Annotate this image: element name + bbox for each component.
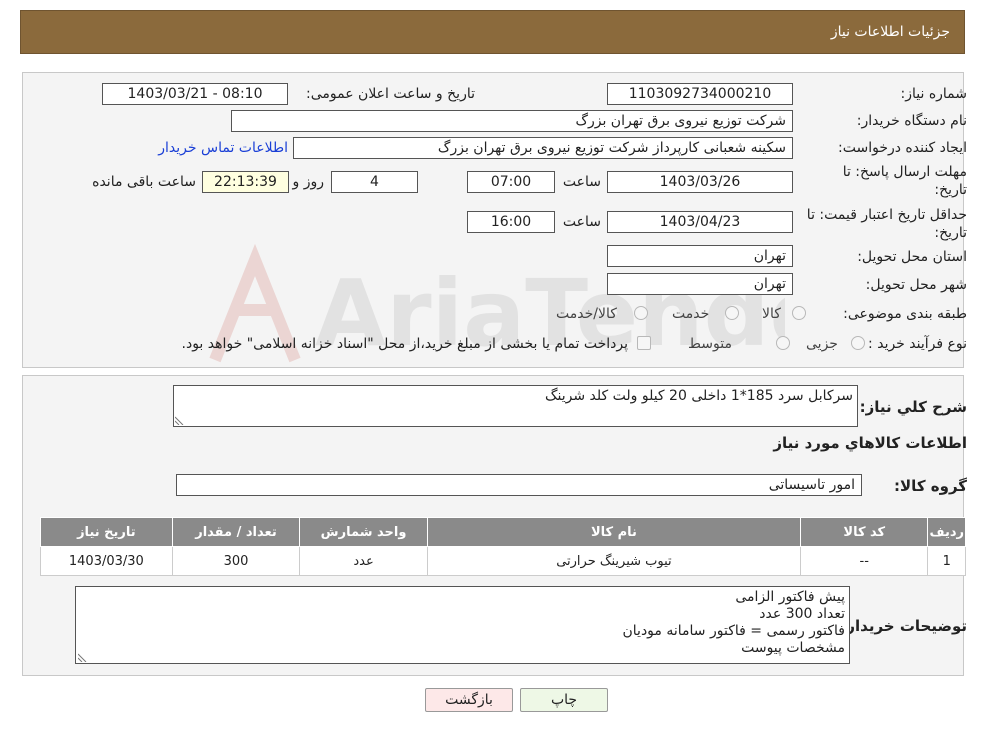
- cell-code: --: [800, 546, 929, 576]
- note-line: تعداد 300 عدد: [759, 606, 845, 622]
- col-header-code: کد کالا: [800, 517, 929, 547]
- category-service-label: خدمت: [672, 306, 710, 322]
- goods-group-field: امور تاسیساتی: [176, 474, 862, 496]
- col-header-row-number: ردیف: [927, 517, 966, 547]
- deadline-time-label: ساعت: [562, 174, 601, 190]
- remaining-label: ساعت باقی مانده: [92, 174, 196, 190]
- deadline-label-date: تاریخ:: [934, 182, 967, 198]
- print-button[interactable]: چاپ: [520, 688, 608, 712]
- creator-label: ایجاد کننده درخواست:: [838, 140, 967, 156]
- validity-label-date: تاریخ:: [934, 225, 967, 241]
- col-header-qty: تعداد / مقدار: [171, 517, 301, 547]
- category-label: طبقه بندی موضوعی:: [843, 306, 967, 322]
- note-line: فاکتور رسمی = فاکتور سامانه مودیان: [622, 623, 846, 639]
- buyer-contact-link[interactable]: اطلاعات تماس خریدار: [158, 140, 288, 156]
- col-header-date: تاریخ نیاز: [40, 517, 173, 547]
- purchase-medium-label: متوسط: [688, 336, 732, 352]
- table-row: 1 -- تیوب شیرینگ حرارتی عدد 300 1403/03/…: [40, 546, 966, 576]
- validity-label: حداقل تاریخ اعتبار قیمت: تا: [806, 207, 967, 223]
- cell-name: تیوب شیرینگ حرارتی: [426, 546, 802, 576]
- announce-field: 1403/03/21 - 08:10: [102, 83, 288, 105]
- goods-table: ردیف کد کالا نام کالا واحد شمارش تعداد /…: [40, 517, 966, 576]
- buyer-notes-label: توضیحات خریدار:: [840, 617, 967, 635]
- resize-grip-icon[interactable]: [175, 415, 185, 425]
- col-header-unit: واحد شمارش: [299, 517, 428, 547]
- purchase-type-label: نوع فرآیند خرید :: [868, 336, 967, 352]
- description-label: شرح کلي نیاز:: [859, 398, 967, 416]
- goods-info-title: اطلاعات کالاهاي مورد نیاز: [773, 434, 967, 452]
- remaining-time-field: 22:13:39: [202, 171, 289, 193]
- note-line: مشخصات پیوست: [741, 640, 845, 656]
- days-label: روز و: [292, 174, 325, 190]
- category-radio-goods-service[interactable]: [634, 306, 648, 320]
- purchase-radio-small[interactable]: [851, 336, 865, 350]
- page-header: جزئیات اطلاعات نیاز: [20, 10, 965, 54]
- buyer-notes-field: پیش فاکتور الزامی تعداد 300 عدد فاکتور ر…: [75, 586, 850, 664]
- description-field: سرکابل سرد 185*1 داخلی 20 کیلو ولت کلد ش…: [173, 385, 858, 427]
- buyer-org-field: شرکت توزیع نیروی برق تهران بزرگ: [231, 110, 793, 132]
- col-header-name: نام کالا: [426, 517, 802, 547]
- need-number-label: شماره نیاز:: [900, 86, 968, 102]
- treasury-note: پرداخت تمام یا بخشی از مبلغ خرید،از محل …: [181, 336, 628, 352]
- note-line: پیش فاکتور الزامی: [735, 589, 845, 605]
- validity-date-field: 1403/04/23: [607, 211, 793, 233]
- deadline-time-field: 07:00: [467, 171, 555, 193]
- cell-date: 1403/03/30: [40, 546, 173, 576]
- province-field: تهران: [607, 245, 793, 267]
- cell-qty: 300: [171, 546, 301, 576]
- purchase-radio-medium[interactable]: [776, 336, 790, 350]
- province-label: استان محل تحویل:: [857, 249, 967, 265]
- goods-table-wrap: ردیف کد کالا نام کالا واحد شمارش تعداد /…: [40, 517, 966, 576]
- city-label: شهر محل تحویل:: [865, 277, 967, 293]
- purchase-small-label: جزیی: [806, 336, 838, 352]
- category-radio-goods[interactable]: [792, 306, 806, 320]
- deadline-label: مهلت ارسال پاسخ: تا: [842, 164, 967, 180]
- need-number-field: 1103092734000210: [607, 83, 793, 105]
- cell-row-number: 1: [927, 546, 966, 576]
- treasury-checkbox[interactable]: [637, 336, 651, 350]
- validity-time-field: 16:00: [467, 211, 555, 233]
- validity-time-label: ساعت: [562, 214, 601, 230]
- description-text: سرکابل سرد 185*1 داخلی 20 کیلو ولت کلد ش…: [544, 388, 853, 404]
- category-goods-service-label: کالا/خدمت: [556, 306, 617, 322]
- days-field: 4: [331, 171, 418, 193]
- cell-unit: عدد: [299, 546, 428, 576]
- resize-grip-icon[interactable]: [78, 652, 88, 662]
- page-title: جزئیات اطلاعات نیاز: [830, 24, 950, 40]
- goods-group-label: گروه کالا:: [894, 477, 967, 495]
- city-field: تهران: [607, 273, 793, 295]
- category-radio-service[interactable]: [725, 306, 739, 320]
- category-goods-label: کالا: [762, 306, 781, 322]
- table-header-row: ردیف کد کالا نام کالا واحد شمارش تعداد /…: [40, 517, 966, 547]
- deadline-date-field: 1403/03/26: [607, 171, 793, 193]
- buyer-org-label: نام دستگاه خریدار:: [856, 113, 967, 129]
- back-button[interactable]: بازگشت: [425, 688, 513, 712]
- creator-field: سکینه شعبانی کارپرداز شرکت توزیع نیروی ب…: [293, 137, 793, 159]
- announce-label: تاریخ و ساعت اعلان عمومی:: [306, 86, 475, 102]
